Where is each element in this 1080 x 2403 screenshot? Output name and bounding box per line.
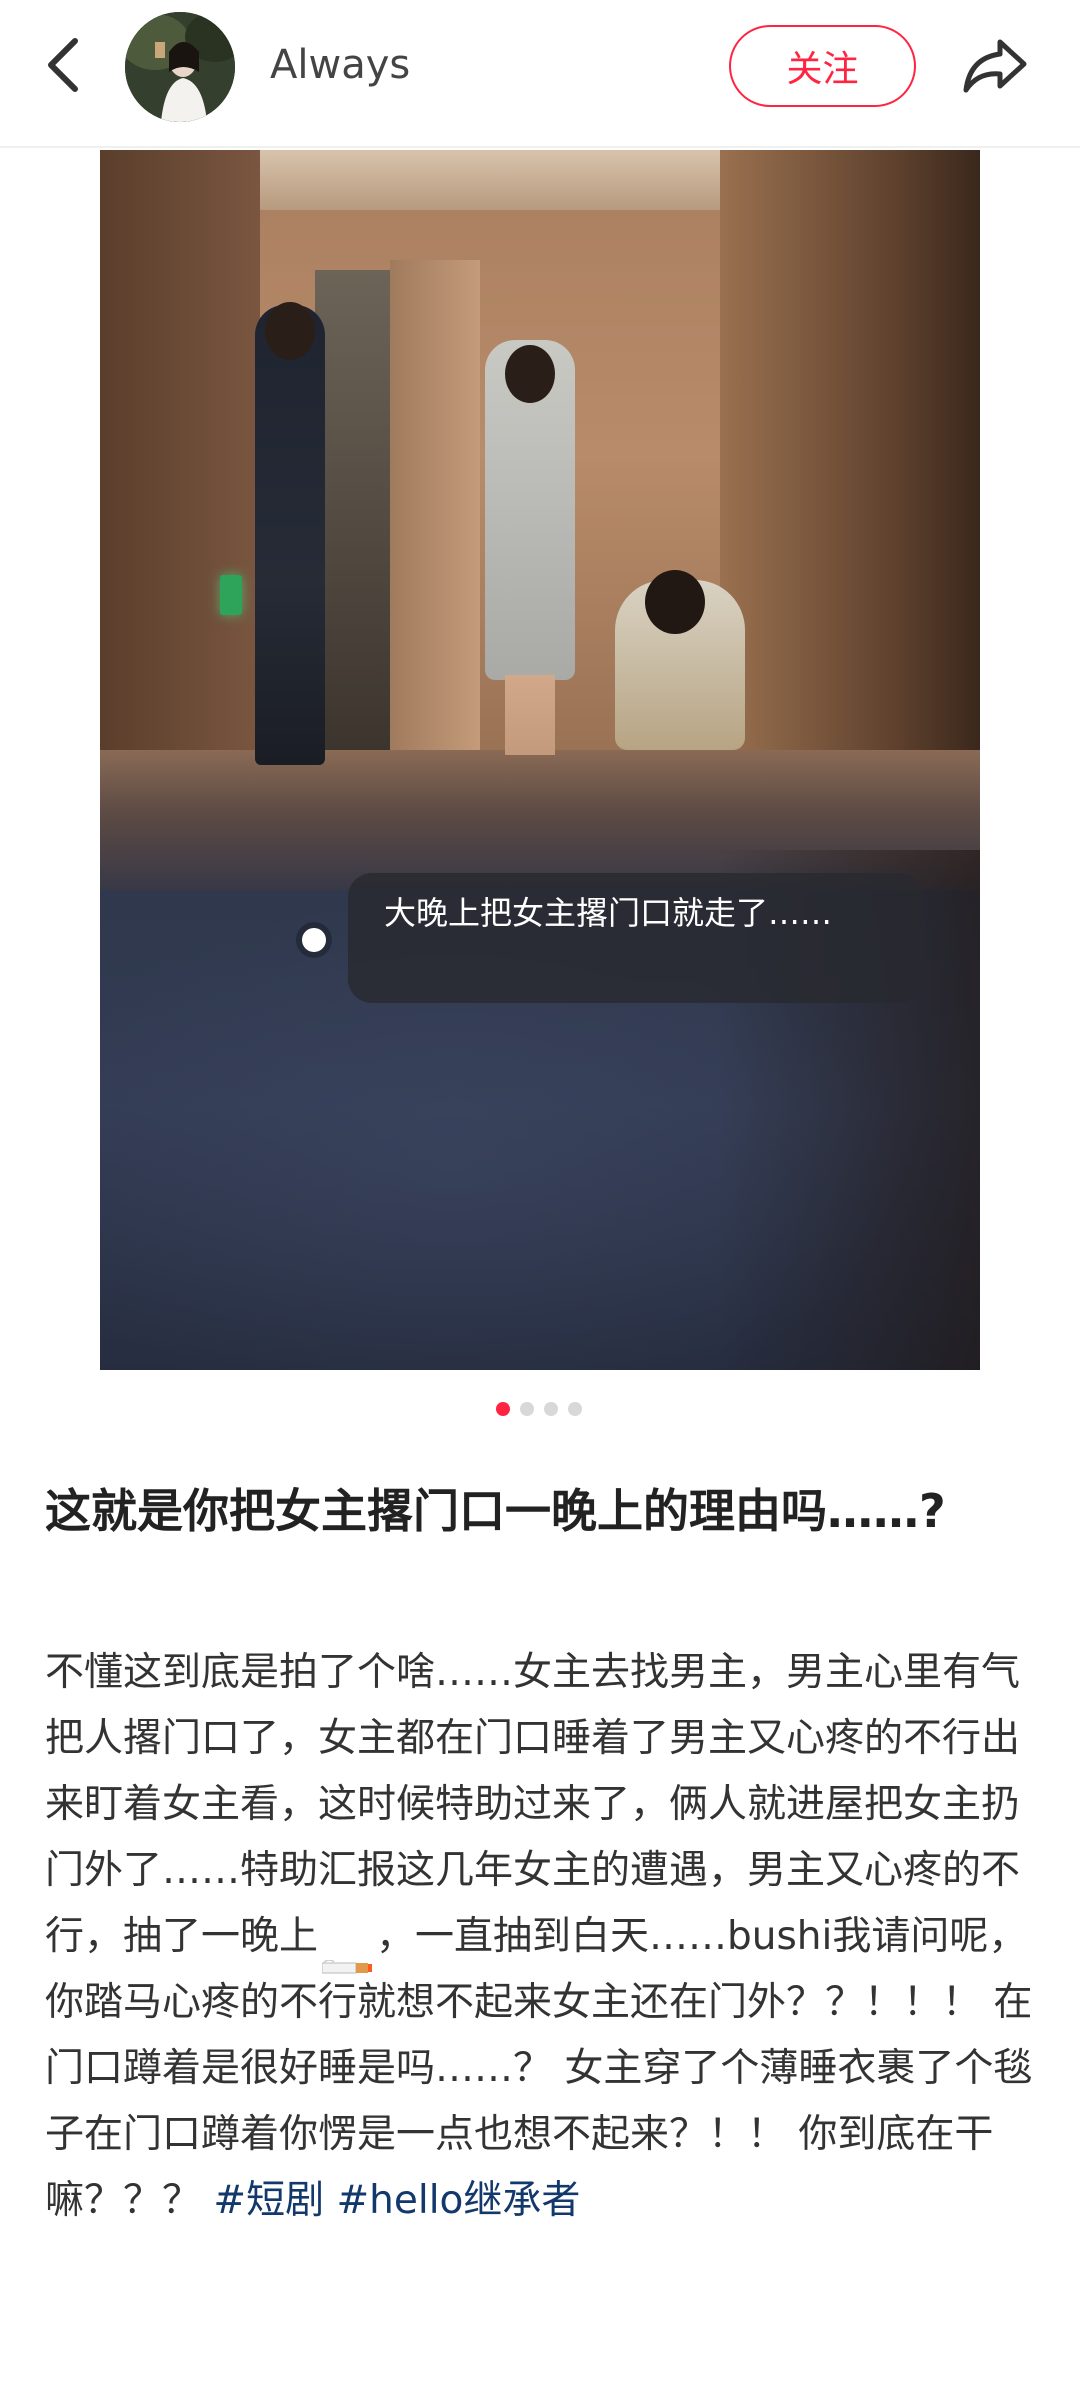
figure-man-suit-head xyxy=(265,302,315,360)
post-body-part2: ，一直抽到白天……bushi我请问呢，你踏马心疼的不行就想不起来女主还在门外？？… xyxy=(45,1914,1033,2223)
figure-man-robe-legs xyxy=(505,675,555,755)
follow-button[interactable]: 关注 xyxy=(729,25,916,107)
post-body-part1: 不懂这到底是拍了个啥……女主去找男主，男主心里有气把人撂门口了，女主都在门口睡着… xyxy=(45,1650,1021,1959)
hashtag-link[interactable]: #短剧 xyxy=(213,2178,324,2223)
back-button[interactable] xyxy=(30,30,96,100)
hashtag-link[interactable]: #hello继承者 xyxy=(337,2178,581,2223)
exit-sign xyxy=(220,575,242,615)
figure-man-robe-head xyxy=(505,345,555,403)
figure-man-suit xyxy=(255,305,325,765)
scene-wall-right xyxy=(720,150,980,770)
top-bar: Always 关注 xyxy=(0,0,1080,148)
share-arrow-icon xyxy=(963,39,1027,93)
carousel-indicator xyxy=(496,1402,582,1418)
avatar[interactable] xyxy=(125,12,235,122)
share-button[interactable] xyxy=(955,28,1035,104)
carousel-dot xyxy=(520,1402,534,1416)
image-tag-caption[interactable]: 大晚上把女主撂门口就走了…… xyxy=(348,873,923,1003)
figure-woman-head xyxy=(645,570,705,634)
scene-doorway xyxy=(315,270,395,750)
post-body: 不懂这到底是拍了个啥……女主去找男主，男主心里有气把人撂门口了，女主都在门口睡着… xyxy=(45,1640,1045,2234)
image-tag-dot[interactable] xyxy=(302,928,326,952)
post-title: 这就是你把女主撂门口一晚上的理由吗……? xyxy=(45,1484,946,1538)
scene-wall-left xyxy=(100,150,260,770)
avatar-image xyxy=(125,12,235,122)
scene-door xyxy=(390,260,480,760)
post-image[interactable]: 大晚上把女主撂门口就走了…… xyxy=(100,150,980,1370)
carousel-dot-active xyxy=(496,1402,510,1416)
chevron-left-icon xyxy=(48,38,78,92)
carousel-dot xyxy=(544,1402,558,1416)
username[interactable]: Always xyxy=(270,36,410,94)
cigarette-icon xyxy=(321,1931,373,1973)
carousel-dot xyxy=(568,1402,582,1416)
